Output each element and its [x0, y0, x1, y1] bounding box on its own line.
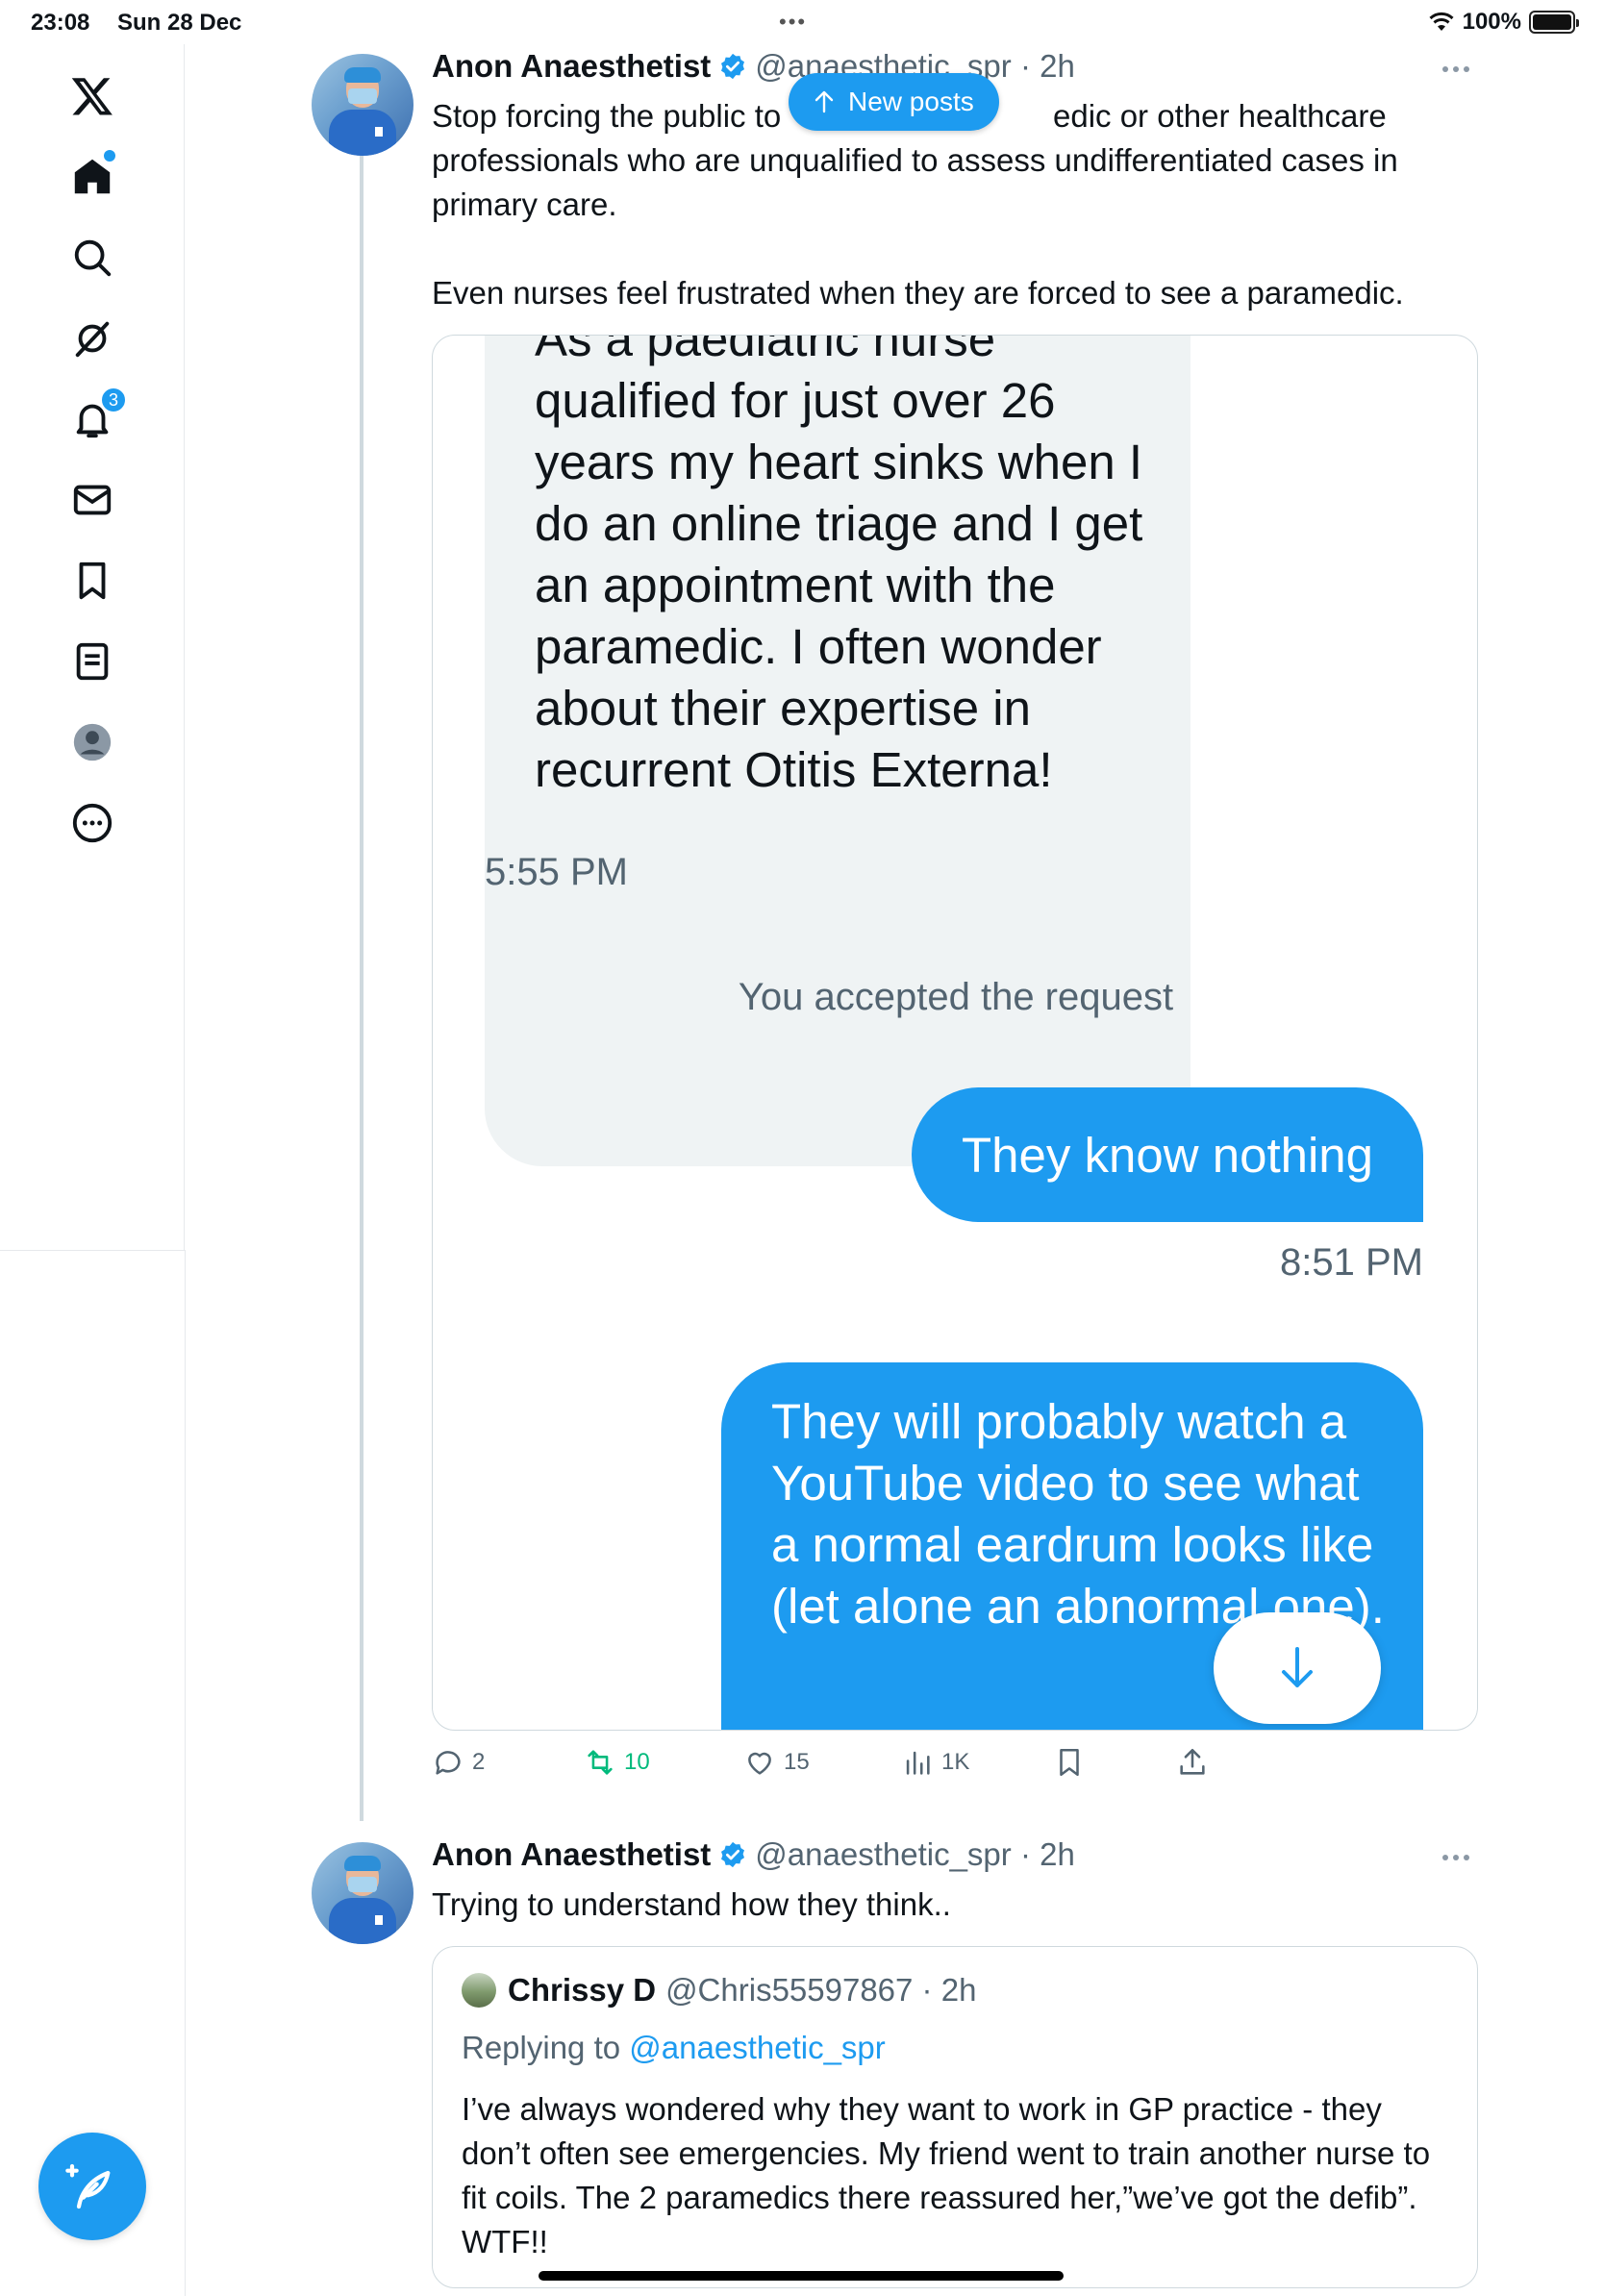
share-button[interactable]: [1176, 1746, 1209, 1779]
list-icon: [76, 642, 109, 681]
repost-icon: [588, 1750, 613, 1775]
views-count: 1K: [941, 1749, 970, 1775]
wifi-icon: [1429, 12, 1454, 31]
bookmark-icon: [79, 562, 106, 600]
sidebar-item-more[interactable]: [58, 788, 127, 858]
envelope-icon: [73, 485, 112, 515]
multitasking-dots-icon[interactable]: •••: [779, 10, 807, 35]
grok-icon: [75, 321, 110, 358]
quoted-tweet[interactable]: Chrissy D @Chris55597867 · 2h Replying t…: [432, 1946, 1478, 2288]
incoming-message-text: As a paediatric nurse qualified for just…: [535, 335, 1143, 797]
outgoing-message-bubble: They know nothing: [912, 1087, 1423, 1222]
bookmark-button[interactable]: [1053, 1746, 1086, 1779]
tweet-text-line3: primary care.: [432, 187, 617, 222]
quote-author-name: Chrissy D: [508, 1972, 657, 2008]
replying-to: Replying to @anaesthetic_spr: [462, 2030, 886, 2066]
sidebar-item-grok[interactable]: [58, 304, 127, 373]
verified-badge-icon: [718, 52, 747, 81]
new-posts-label: New posts: [848, 87, 974, 116]
battery-fill: [1533, 14, 1571, 30]
repost-button[interactable]: 10: [584, 1746, 650, 1779]
quote-handle-time: @Chris55597867 · 2h: [665, 1972, 977, 2008]
quote-text: I’ve always wondered why they want to wo…: [462, 2091, 1431, 2259]
compose-post-icon: [65, 2163, 111, 2209]
notification-badge: 3: [100, 387, 127, 413]
more-options-icon[interactable]: [1442, 1848, 1481, 1867]
profile-icon: [73, 723, 112, 761]
status-date: Sun 28 Dec: [117, 10, 242, 36]
sidebar-divider: [0, 1250, 185, 1251]
views-icon: [906, 1751, 930, 1775]
sidebar-item-lists[interactable]: [58, 627, 127, 696]
home-unread-dot: [104, 150, 115, 162]
replying-prefix: Replying to: [462, 2030, 621, 2065]
thread-line: [360, 146, 363, 1821]
reply-count: 2: [472, 1749, 486, 1775]
reply-icon: [436, 1751, 461, 1775]
avatar[interactable]: [312, 1842, 414, 1944]
sidebar-item-home[interactable]: [58, 142, 127, 212]
sidebar-item-messages[interactable]: [58, 465, 127, 535]
quote-avatar: [462, 1973, 496, 2008]
sidebar-item-notifications[interactable]: 3: [58, 385, 127, 454]
arrow-up-icon: [815, 90, 834, 113]
tweet-text-line1-continued: edic or other healthcare: [1053, 98, 1387, 134]
search-icon: [74, 239, 112, 277]
quote-header: Chrissy D @Chris55597867 · 2h: [462, 1972, 976, 2009]
battery-percent: 100%: [1462, 9, 1521, 35]
new-posts-pill[interactable]: New posts: [789, 73, 999, 131]
scroll-down-button: [1214, 1612, 1381, 1724]
reply-button[interactable]: 2: [432, 1746, 485, 1779]
sidebar-item-profile[interactable]: [58, 708, 127, 777]
sidebar-item-bookmarks[interactable]: [58, 546, 127, 615]
verified-badge-icon: [718, 1840, 747, 1869]
sidebar-border: [185, 1250, 186, 2296]
tweet-text-line4: Even nurses feel frustrated when they ar…: [432, 275, 1404, 311]
author-name[interactable]: Anon Anaesthetist: [432, 48, 711, 85]
outgoing-message-text-2: They will probably watch a YouTube video…: [771, 1394, 1385, 1634]
like-button[interactable]: 15: [743, 1746, 810, 1779]
avatar[interactable]: [312, 54, 414, 156]
outgoing-message-time: 8:51 PM: [1280, 1241, 1423, 1284]
home-indicator[interactable]: [539, 2271, 1064, 2281]
share-icon: [1180, 1748, 1205, 1775]
sidebar: 3: [0, 44, 185, 1250]
more-circle-icon: [72, 803, 113, 843]
repost-count: 10: [624, 1749, 650, 1775]
bookmark-icon: [1060, 1748, 1079, 1777]
replying-mention[interactable]: @anaesthetic_spr: [629, 2030, 885, 2065]
tweet-text-line1: Stop forcing the public to: [432, 98, 782, 134]
author-name[interactable]: Anon Anaesthetist: [432, 1836, 711, 1873]
tweet-media-image[interactable]: As a paediatric nurse qualified for just…: [432, 335, 1478, 1731]
more-options-icon[interactable]: [1442, 60, 1481, 79]
status-time: 23:08: [31, 10, 90, 36]
incoming-message-time: 5:55 PM: [485, 851, 628, 893]
views-button[interactable]: 1K: [901, 1746, 969, 1779]
heart-icon: [748, 1752, 771, 1775]
compose-button[interactable]: [38, 2133, 146, 2240]
request-accepted-notice: You accepted the request: [738, 976, 1174, 1018]
handle-time[interactable]: @anaesthetic_spr · 2h: [755, 1836, 1075, 1873]
tweet-text-line2: professionals who are unqualified to ass…: [432, 142, 1398, 178]
x-logo-icon[interactable]: [58, 62, 127, 131]
tweet-actions: 2 10 15 1K: [432, 1746, 1297, 1784]
outgoing-message-text: They know nothing: [961, 1127, 1374, 1183]
like-count: 15: [784, 1749, 810, 1775]
status-bar: 23:08 Sun 28 Dec ••• 100%: [0, 0, 1604, 44]
tweet-header: Anon Anaesthetist @anaesthetic_spr · 2h: [432, 1836, 1075, 1873]
arrow-down-icon: [1282, 1647, 1313, 1687]
battery-icon: [1529, 11, 1579, 34]
tweet-text: Trying to understand how they think..: [432, 1886, 951, 1922]
sidebar-item-explore[interactable]: [58, 223, 127, 292]
status-right: 100%: [1428, 9, 1579, 36]
